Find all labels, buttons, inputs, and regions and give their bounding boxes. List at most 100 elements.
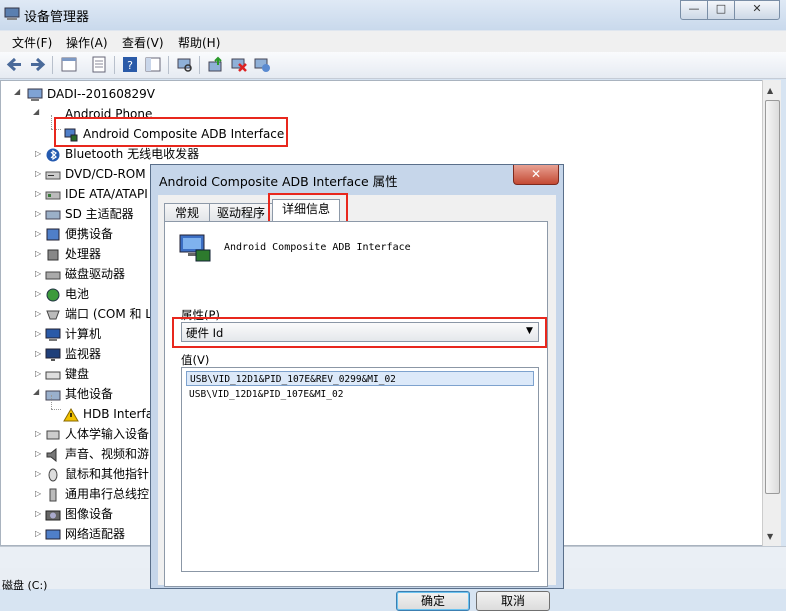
collapse-arrow-icon[interactable]: ◢ [33,107,39,116]
dialog-close-button[interactable]: ✕ [513,165,559,185]
tree-item-portable[interactable]: 便携设备 [45,224,113,244]
network-icon [45,529,61,539]
disable-icon[interactable] [230,56,248,73]
tree-item-bluetooth[interactable]: Bluetooth 无线电收发器 [45,144,199,164]
collapse-arrow-icon[interactable]: ◢ [14,87,20,96]
scroll-thumb[interactable] [765,100,780,494]
toolbar: ? [0,52,786,79]
tree-item-hid[interactable]: 人体学输入设备 [45,424,149,444]
tree-item-imaging[interactable]: 图像设备 [45,504,113,524]
tree-item-disk[interactable]: 磁盘驱动器 [45,264,125,284]
tree-item-sound[interactable]: 声音、视频和游 [45,444,149,464]
value-label: 值(V) [181,353,210,367]
collapse-arrow-icon[interactable]: ◢ [33,387,39,396]
tree-item-mouse[interactable]: 鼠标和其他指针 [45,464,149,484]
tree-item-label: SD 主适配器 [65,207,134,221]
menu-help[interactable]: 帮助(H) [178,34,220,51]
other-devices-icon [45,390,61,400]
usb-icon [49,488,57,501]
tree-item-sd[interactable]: SD 主适配器 [45,204,134,224]
tree-item-label: 便携设备 [65,227,114,241]
ok-button[interactable]: 确定 [396,591,470,611]
tree-item-label: 人体学输入设备 [65,427,150,441]
tree-item-battery[interactable]: 电池 [45,284,89,304]
svg-text:?: ? [127,59,133,72]
forward-icon[interactable] [28,56,46,73]
device-name: Android Composite ADB Interface [224,242,411,253]
portable-device-icon [46,228,60,240]
vertical-scrollbar[interactable]: ▲ ▼ [762,80,781,546]
dvd-drive-icon [45,171,61,179]
status-text: 磁盘 (C:) [2,579,48,592]
tree-item-label: 计算机 [65,327,102,341]
tree-item-ide[interactable]: IDE ATA/ATAPI [45,184,148,204]
tree-root[interactable]: DADI--20160829V [27,84,155,104]
tab-driver[interactable]: 驱动程序 [209,203,273,222]
tree-item-computer[interactable]: 计算机 [45,324,101,344]
menu-file[interactable]: 文件(F) [12,34,52,51]
tree-item-dvd[interactable]: DVD/CD-ROM [45,164,146,184]
port-icon [46,310,60,319]
device-icon [179,234,211,262]
tree-item-label: 处理器 [65,247,102,261]
disk-drive-icon [45,271,61,279]
close-button[interactable]: ✕ [734,0,780,20]
tree-item-label: 监视器 [65,347,102,361]
title-bar: 设备管理器 — □ ✕ [0,0,786,30]
properties-dialog: Android Composite ADB Interface 属性 ✕ 常规 … [150,164,564,611]
camera-icon [45,510,61,520]
dialog-title: Android Composite ADB Interface 属性 [159,174,398,189]
tree-item-label: 端口 (COM 和 L [65,307,152,321]
tree-item-label: 磁盘驱动器 [65,267,126,281]
tree-root-label: DADI--20160829V [47,87,155,101]
tree-item-hdb[interactable]: HDB Interfa [63,404,153,424]
tree-item-label: 其他设备 [65,387,114,401]
ide-controller-icon [45,191,61,199]
panel-icon[interactable] [144,56,162,73]
tree-item-label: IDE ATA/ATAPI [65,187,148,201]
device-manager-icon [4,7,20,20]
mouse-icon [48,468,58,481]
bluetooth-icon [46,148,60,161]
update-driver-icon[interactable] [207,56,225,73]
menu-bar: 文件(F) 操作(A) 查看(V) 帮助(H) [0,30,786,53]
tree-item-other[interactable]: 其他设备 [45,384,113,404]
window-title: 设备管理器 [24,10,90,25]
tree-item-label: 电池 [65,287,90,301]
tree-item-usb[interactable]: 通用串行总线控 [45,484,149,504]
sd-adapter-icon [45,210,61,219]
tree-item-processor[interactable]: 处理器 [45,244,101,264]
tree-item-network[interactable]: 网络适配器 [45,524,125,544]
tree-item-label: HDB Interfa [83,407,154,421]
tab-general[interactable]: 常规 [164,203,210,222]
menu-view[interactable]: 查看(V) [122,34,164,51]
tree-item-ports[interactable]: 端口 (COM 和 L [45,304,152,324]
maximize-button[interactable]: □ [707,0,735,20]
computer-icon [27,88,43,101]
list-icon[interactable] [90,56,108,73]
tree-item-label: Bluetooth 无线电收发器 [65,147,200,161]
value-list[interactable]: USB\VID_12D1&PID_107E&REV_0299&MI_02 USB… [181,367,539,572]
processor-icon [47,249,59,260]
properties-icon[interactable] [60,56,78,73]
highlight-box [54,117,288,147]
highlight-box [172,317,547,348]
monitor-icon [45,348,61,361]
scroll-down-icon[interactable]: ▼ [767,532,773,541]
list-item[interactable]: USB\VID_12D1&PID_107E&MI_02 [186,387,534,402]
tree-item-keyboard[interactable]: 键盘 [45,364,89,384]
dialog-body: 常规 驱动程序 详细信息 Android Composite ADB Inter… [158,193,556,611]
back-icon[interactable] [6,56,24,73]
list-item[interactable]: USB\VID_12D1&PID_107E&REV_0299&MI_02 [186,371,534,386]
menu-action[interactable]: 操作(A) [66,34,108,51]
scan-icon[interactable] [176,56,194,73]
tree-item-label: 通用串行总线控 [65,487,150,501]
help-icon[interactable]: ? [121,56,139,73]
scroll-up-icon[interactable]: ▲ [767,86,773,95]
uninstall-icon[interactable] [253,56,271,73]
minimize-button[interactable]: — [680,0,708,20]
warning-icon [63,407,79,421]
tree-item-label: 图像设备 [65,507,114,521]
tree-item-monitor[interactable]: 监视器 [45,344,101,364]
cancel-button[interactable]: 取消 [476,591,550,611]
